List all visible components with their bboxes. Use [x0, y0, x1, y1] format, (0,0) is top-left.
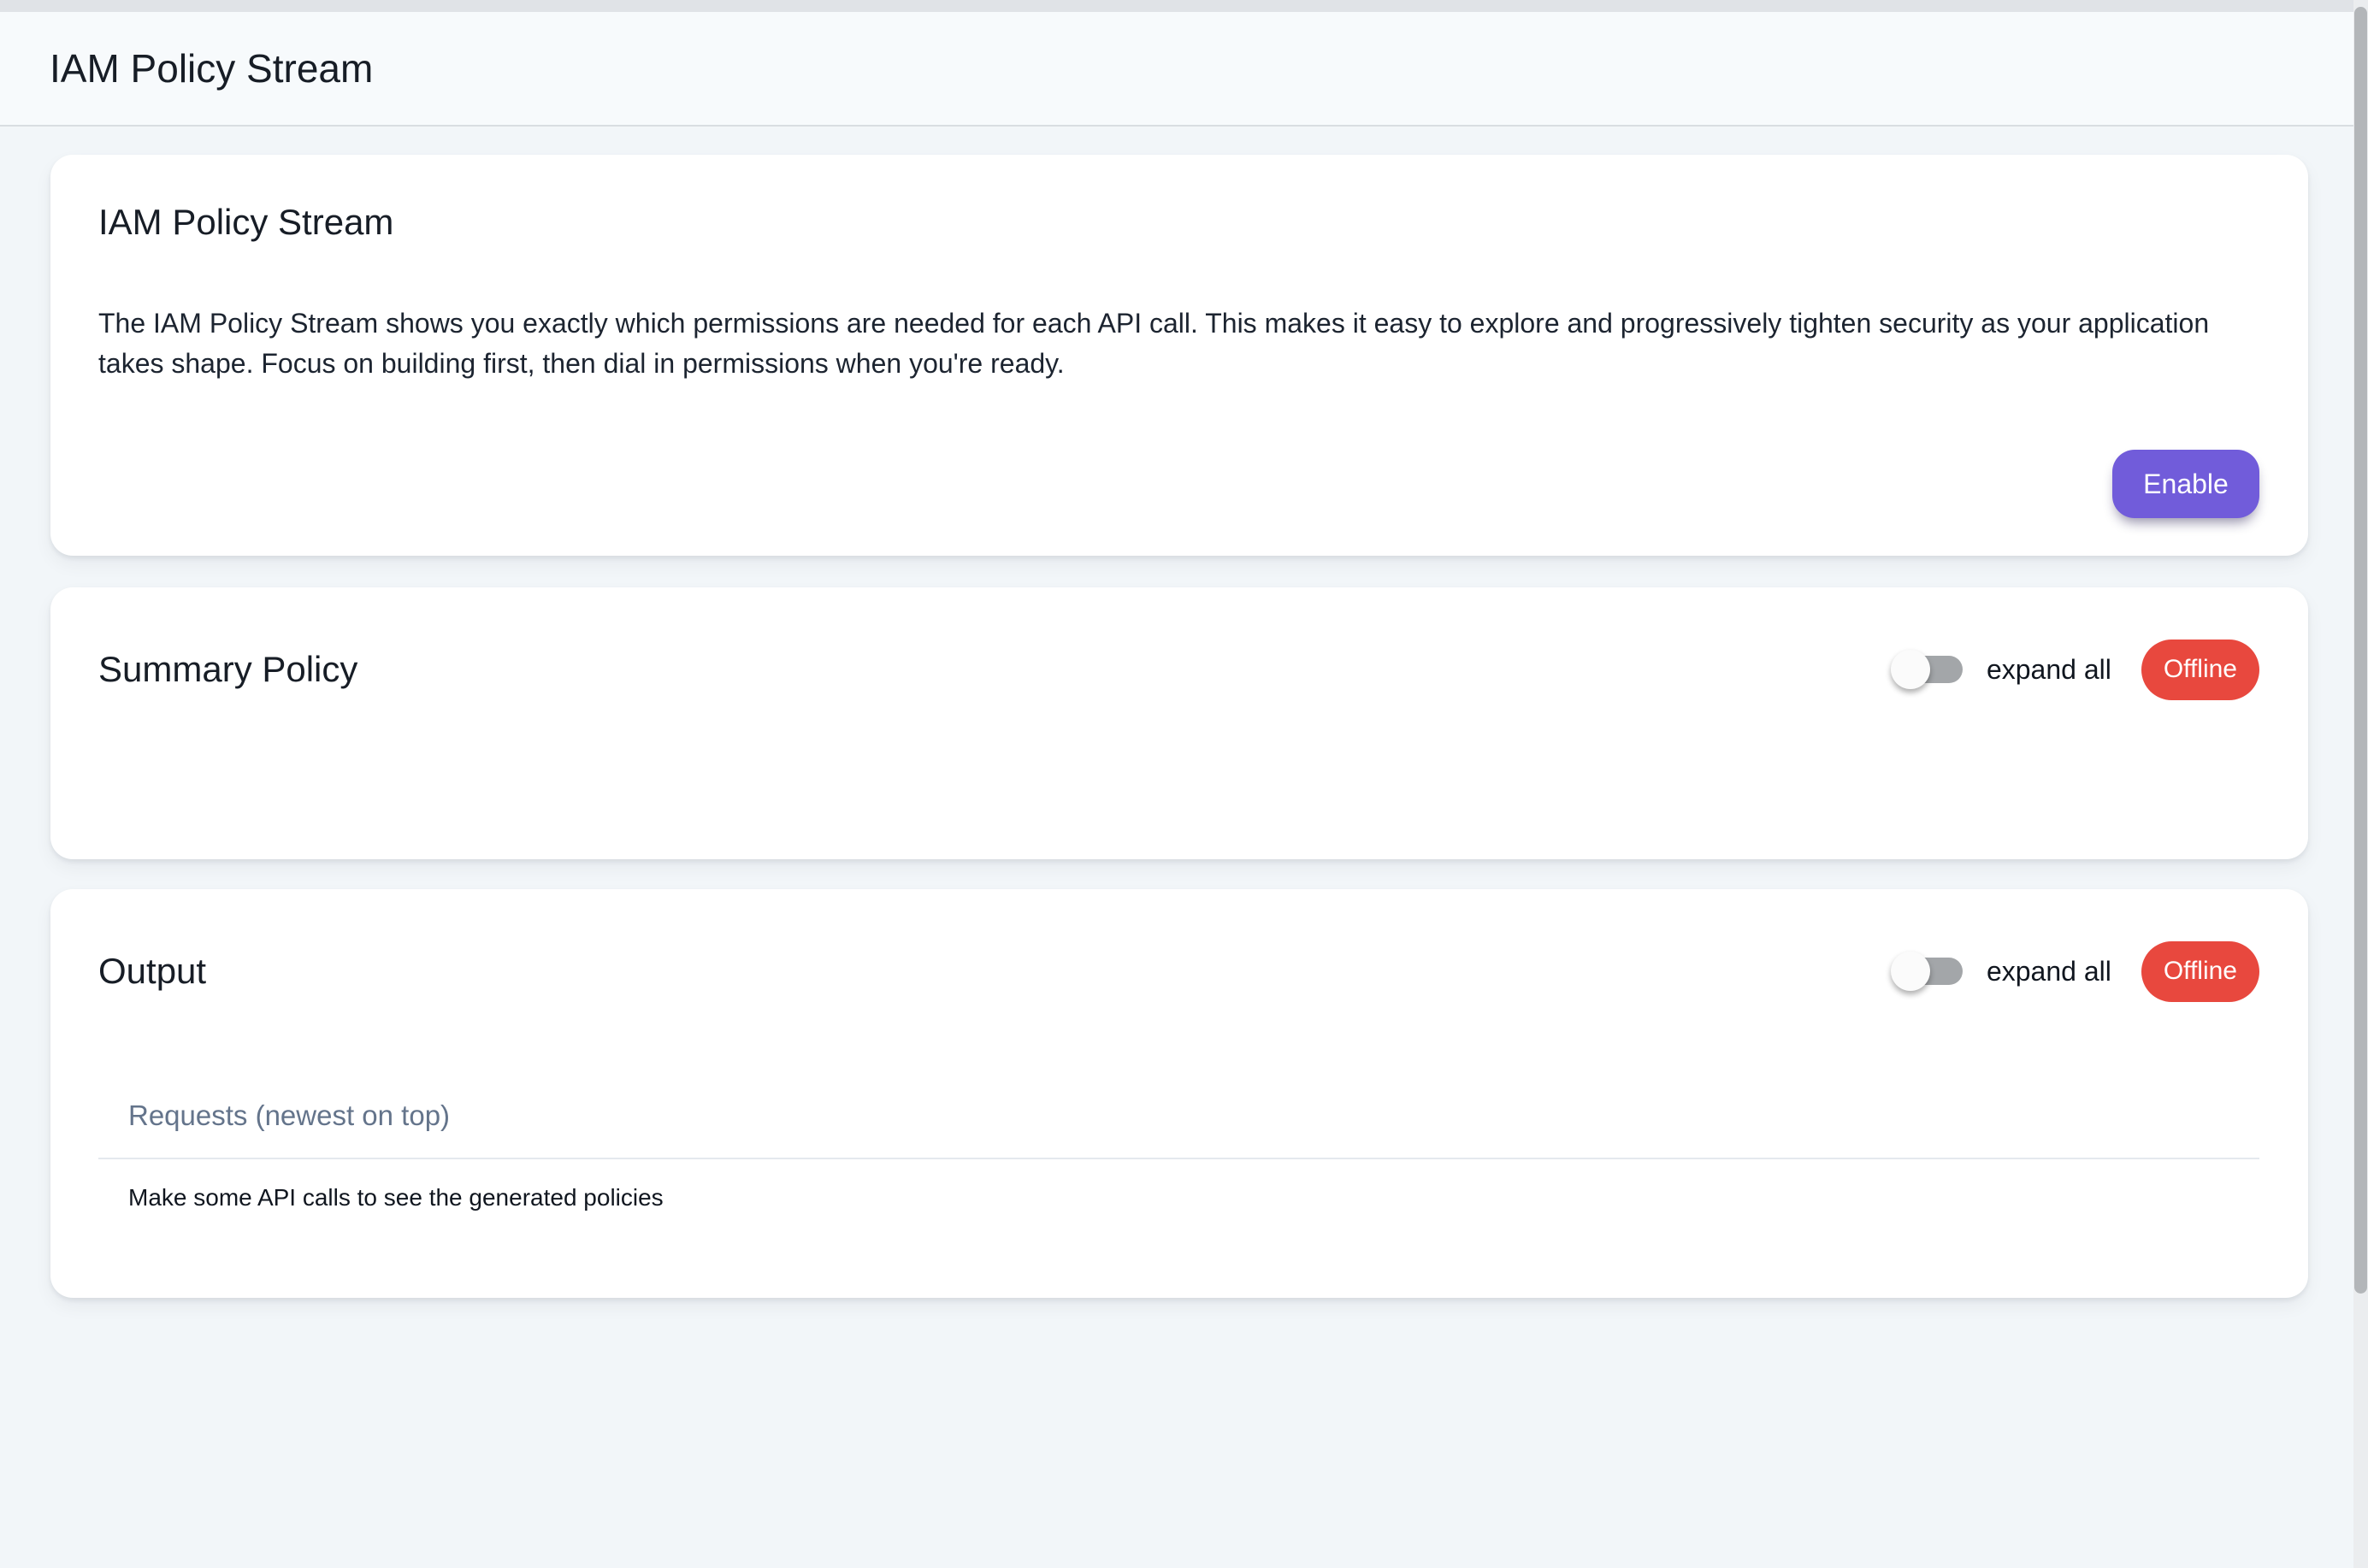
scrollbar-thumb[interactable] — [2354, 7, 2367, 1294]
page-title: IAM Policy Stream — [50, 45, 373, 91]
output-header-row: Output expand all Offline — [98, 937, 2259, 1005]
output-title: Output — [98, 950, 206, 993]
intro-card-actions: Enable — [98, 450, 2259, 518]
summary-policy-header-row: Summary Policy expand all Offline — [98, 635, 2259, 704]
output-controls: expand all Offline — [1894, 941, 2259, 1002]
output-status-badge: Offline — [2141, 941, 2259, 1002]
summary-policy-title: Summary Policy — [98, 648, 357, 691]
summary-expand-toggle[interactable] — [1894, 656, 1963, 683]
page-header: IAM Policy Stream — [0, 12, 2368, 127]
summary-policy-card: Summary Policy expand all Offline — [50, 587, 2308, 859]
intro-card-title: IAM Policy Stream — [98, 201, 2259, 244]
toggle-knob — [1891, 952, 1930, 991]
intro-card: IAM Policy Stream The IAM Policy Stream … — [50, 155, 2308, 556]
intro-card-description: The IAM Policy Stream shows you exactly … — [98, 304, 2259, 384]
requests-empty-message: Make some API calls to see the generated… — [98, 1183, 2259, 1211]
enable-button[interactable]: Enable — [2112, 450, 2259, 518]
requests-section: Requests (newest on top) Make some API c… — [98, 1099, 2259, 1211]
requests-heading: Requests (newest on top) — [98, 1099, 2259, 1132]
summary-policy-controls: expand all Offline — [1894, 640, 2259, 700]
summary-expand-label: expand all — [1987, 654, 2111, 686]
output-expand-label: expand all — [1987, 956, 2111, 987]
requests-divider — [98, 1158, 2259, 1159]
output-card: Output expand all Offline Requests (newe… — [50, 889, 2308, 1298]
main-content: IAM Policy Stream The IAM Policy Stream … — [0, 127, 2368, 1298]
window-top-strip — [0, 0, 2368, 12]
scrollbar-track[interactable] — [2353, 0, 2368, 1568]
summary-status-badge: Offline — [2141, 640, 2259, 700]
output-expand-toggle[interactable] — [1894, 958, 1963, 985]
toggle-knob — [1891, 650, 1930, 689]
